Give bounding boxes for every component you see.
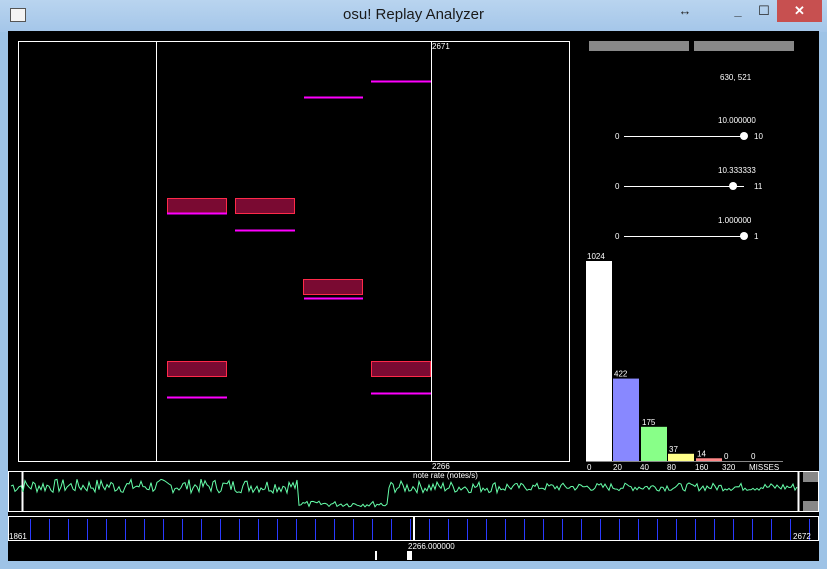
histogram-bar-label: 37 <box>669 445 678 454</box>
resize-icon[interactable]: ↔ <box>672 0 698 22</box>
scroll-down-button[interactable] <box>803 501 818 511</box>
slider-thumb[interactable] <box>740 132 748 140</box>
slider-value-label: 10.333333 <box>718 166 756 175</box>
hit-error-histogram: 1024 422 175 37 14 0 0 0 20 40 80 160 320 MISSES <box>586 252 783 472</box>
note-block[interactable] <box>235 198 295 214</box>
histogram-tick-label: 40 <box>640 463 649 472</box>
histogram-tick-label: 0 <box>587 463 592 472</box>
histogram-tick-label: MISSES <box>749 463 779 472</box>
histogram-tick-label: 160 <box>695 463 709 472</box>
maximize-button[interactable]: ☐ <box>751 0 777 22</box>
cursor-time-label: 2266.000000 <box>408 542 455 551</box>
slider-max-label: 11 <box>754 182 763 191</box>
panel-button-left[interactable] <box>589 41 689 51</box>
histogram-bar-label: 14 <box>697 449 706 458</box>
slider-min-label: 0 <box>615 132 620 141</box>
playfield-frame[interactable] <box>18 41 570 462</box>
histogram-bar-label: 0 <box>724 452 729 461</box>
histogram-bar <box>641 426 667 461</box>
histogram-bar-label: 1024 <box>587 252 605 261</box>
slider-max-label: 1 <box>754 232 759 241</box>
slider-thumb[interactable] <box>740 232 748 240</box>
cursor-coordinates: 630, 521 <box>720 73 752 82</box>
slider-value-label: 10.000000 <box>718 116 756 125</box>
histogram-bar <box>668 453 694 461</box>
analyzer-canvas: 2671 2266 630, 521 10.0000000 1010.333333… <box>8 41 819 560</box>
timeline-start-label: 1861 <box>9 532 27 541</box>
app-client-area: 2671 2266 630, 521 10.000000 0 10 10.333333… <box>8 31 819 561</box>
histogram-tick-label: 80 <box>667 463 676 472</box>
slider-max-label: 10 <box>754 132 763 141</box>
panel-button-right[interactable] <box>694 41 794 51</box>
close-button[interactable]: ✕ <box>777 0 822 22</box>
slider-value-label: 1.000000 <box>718 216 752 225</box>
histogram-bar <box>586 261 612 461</box>
histogram-tick-label: 320 <box>722 463 736 472</box>
slider-thumb[interactable] <box>729 182 738 190</box>
histogram-tick-label: 20 <box>613 463 622 472</box>
slider-group: 10.000000 0 10 10.333333 0 11 1.000000 0 1 <box>615 116 763 241</box>
note-block[interactable] <box>167 198 227 214</box>
seek-handle[interactable] <box>407 551 412 560</box>
app-window: osu! Replay Analyzer ↔ _ ☐ ✕ 2671 2266 6… <box>0 0 827 569</box>
title-bar[interactable]: osu! Replay Analyzer ↔ _ ☐ ✕ <box>0 0 827 32</box>
timeline-end-label: 2672 <box>793 532 811 541</box>
minimize-button[interactable]: _ <box>725 0 751 22</box>
slider-min-label: 0 <box>615 182 620 191</box>
note-block[interactable] <box>303 279 363 295</box>
top-time-label: 2671 <box>432 42 450 51</box>
note-rate-label: note rate (notes/s) <box>413 471 478 480</box>
seek-marker[interactable] <box>375 551 377 560</box>
window-title: osu! Replay Analyzer <box>343 6 484 23</box>
slider-min-label: 0 <box>615 232 620 241</box>
histogram-bar-label: 175 <box>642 418 656 427</box>
histogram-bar <box>696 458 722 461</box>
note-block[interactable] <box>371 361 431 377</box>
note-block[interactable] <box>167 361 227 377</box>
histogram-bar-label: 422 <box>614 370 628 379</box>
histogram-bar-label: 0 <box>751 452 756 461</box>
bottom-time-label: 2266 <box>432 462 450 471</box>
histogram-bar <box>613 378 639 461</box>
scroll-up-button[interactable] <box>803 472 818 482</box>
